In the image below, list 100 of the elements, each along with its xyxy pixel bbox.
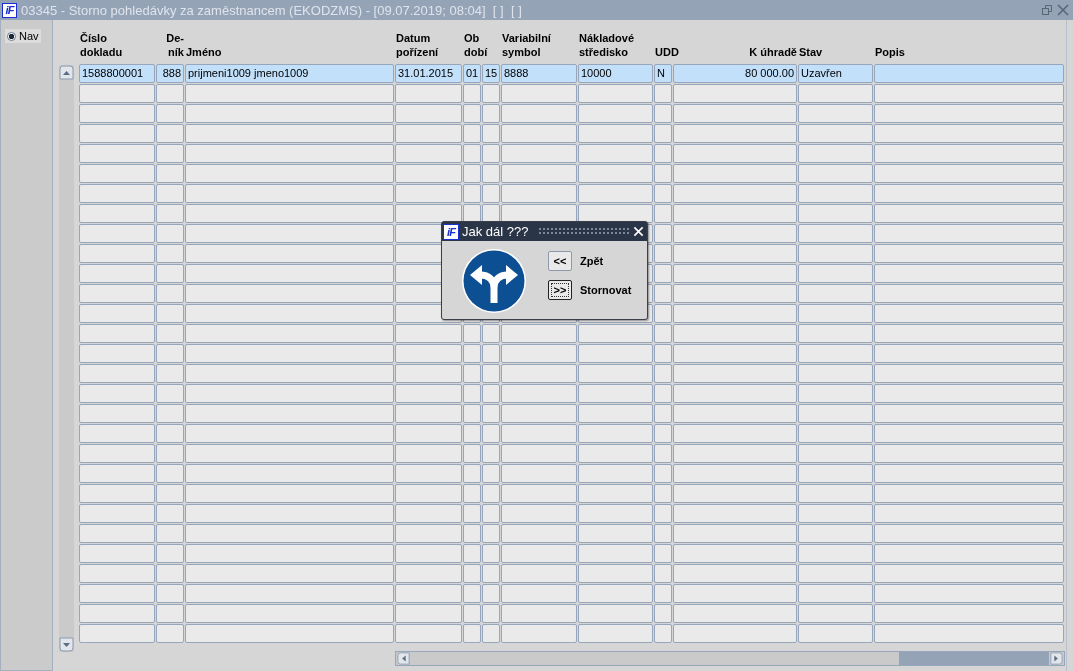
table-cell	[156, 384, 184, 403]
app-logo: iF	[443, 223, 459, 240]
table-cell	[463, 464, 481, 483]
table-cell	[156, 524, 184, 543]
table-cell	[654, 544, 672, 563]
table-cell	[395, 564, 462, 583]
table-cell	[482, 84, 500, 103]
table-cell	[463, 544, 481, 563]
table-cell	[156, 624, 184, 643]
table-cell	[482, 404, 500, 423]
table-cell	[395, 364, 462, 383]
table-cell	[156, 164, 184, 183]
table-cell	[482, 184, 500, 203]
nav-button[interactable]: <<	[548, 251, 572, 271]
table-cell	[156, 144, 184, 163]
scroll-right-icon[interactable]	[1049, 652, 1064, 665]
scroll-left-icon[interactable]	[396, 652, 411, 665]
table-cell	[482, 104, 500, 123]
table-cell	[654, 584, 672, 603]
restore-icon[interactable]	[1041, 4, 1053, 16]
table-cell	[395, 184, 462, 203]
table-cell	[156, 584, 184, 603]
table-cell: 10000	[578, 64, 653, 83]
table-cell	[395, 344, 462, 363]
table-cell	[395, 104, 462, 123]
table-cell	[395, 464, 462, 483]
table-cell	[654, 464, 672, 483]
table-cell	[156, 184, 184, 203]
table-cell	[156, 424, 184, 443]
table-cell: 8888	[501, 64, 577, 83]
table-cell	[482, 364, 500, 383]
table-cell	[463, 404, 481, 423]
table-cell	[463, 104, 481, 123]
table-cell	[463, 144, 481, 163]
table-cell	[482, 624, 500, 643]
column-header: Ob dobí	[463, 31, 488, 59]
horizontal-scrollbar[interactable]	[395, 651, 1065, 666]
table-cell	[395, 624, 462, 643]
table-cell	[482, 344, 500, 363]
vertical-scrollbar[interactable]	[59, 65, 74, 652]
table-cell	[395, 144, 462, 163]
table-cell	[654, 104, 672, 123]
table-cell	[654, 184, 672, 203]
table-cell	[482, 164, 500, 183]
table-cell	[463, 364, 481, 383]
table-cell	[156, 124, 184, 143]
nav-radio-button[interactable]: Nav	[5, 29, 41, 43]
dialog-title: Jak dál ???	[462, 224, 529, 239]
table-cell	[654, 124, 672, 143]
table-cell	[463, 444, 481, 463]
table-cell	[482, 504, 500, 523]
table-cell	[156, 544, 184, 563]
table-cell	[654, 324, 672, 343]
column-header: Datum pořízení	[395, 31, 439, 59]
table-cell	[463, 484, 481, 503]
column-header: De- ník	[165, 31, 184, 59]
table-cell	[395, 544, 462, 563]
column-header: Číslo dokladu	[79, 31, 123, 59]
table-cell	[156, 504, 184, 523]
table-cell	[395, 164, 462, 183]
table-cell	[463, 324, 481, 343]
table-cell	[156, 604, 184, 623]
button-label: Zpět	[580, 255, 604, 267]
column-header: Popis	[874, 45, 905, 59]
table-cell: 888	[156, 64, 184, 83]
table-cell: 1588800001	[79, 64, 155, 83]
table-cell	[482, 324, 500, 343]
table-cell: 80 000.00	[673, 64, 797, 83]
column-header: Jméno	[185, 45, 222, 59]
table-cell: Uzavřen	[798, 64, 873, 83]
table-cell: 15	[482, 64, 500, 83]
table-cell	[156, 484, 184, 503]
scrollbar-thumb[interactable]	[899, 652, 1049, 665]
radio-circle[interactable]	[7, 31, 16, 41]
table-cell	[156, 344, 184, 363]
fork-arrow-sign-icon	[461, 248, 527, 314]
table-cell	[395, 484, 462, 503]
table-cell	[395, 504, 462, 523]
table-cell	[156, 444, 184, 463]
table-cell	[482, 464, 500, 483]
column-header: Nákladové středisko	[578, 31, 635, 59]
table-cell	[156, 224, 184, 243]
scroll-up-icon[interactable]	[59, 65, 74, 80]
button-label: Stornovat	[580, 284, 632, 296]
table-cell	[654, 304, 672, 323]
table-cell	[156, 364, 184, 383]
table-cell	[482, 384, 500, 403]
table-cell	[654, 364, 672, 383]
table-cell	[395, 444, 462, 463]
table-cell	[156, 464, 184, 483]
table-cell: prijmeni1009 jmeno1009	[185, 64, 394, 83]
column-header: Variabilní symbol	[501, 31, 551, 59]
table-cell: N	[654, 64, 672, 83]
nav-button[interactable]: >>	[548, 280, 572, 300]
table-cell	[463, 504, 481, 523]
table-cell	[654, 524, 672, 543]
table-cell	[463, 384, 481, 403]
table-cell	[395, 584, 462, 603]
scroll-down-icon[interactable]	[59, 637, 74, 652]
table-cell	[395, 204, 462, 223]
